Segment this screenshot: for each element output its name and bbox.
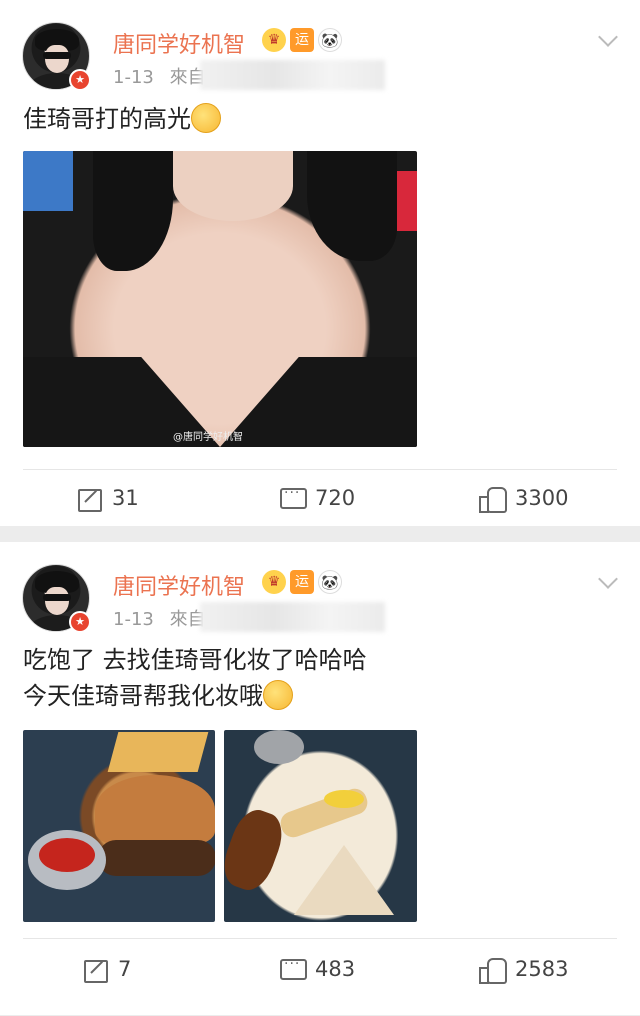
comment-icon [279, 956, 307, 982]
weibo-post: ★ 唐同学好机智 ♛ 运 🐼 1-13 來自 吃饱了 去找佳琦哥化妆了哈哈哈 今… [0, 542, 640, 1015]
post-image-burger[interactable] [23, 730, 215, 922]
like-button[interactable]: 3300 [479, 470, 568, 526]
post-text: 吃饱了 去找佳琦哥化妆了哈哈哈 今天佳琦哥帮我化妆哦 [0, 642, 640, 714]
post-text-line-2: 今天佳琦哥帮我化妆哦 [23, 682, 263, 710]
share-icon [76, 485, 102, 512]
comment-count: 483 [315, 957, 356, 981]
share-button[interactable]: 7 [82, 941, 131, 997]
post-header: ★ 唐同学好机智 ♛ 运 🐼 1-13 來自 [0, 542, 640, 642]
luck-badge-icon[interactable]: 运 [290, 570, 314, 594]
blurred-source [200, 602, 385, 632]
action-bar: 31 720 3300 [0, 470, 640, 526]
chevron-down-icon[interactable] [598, 572, 618, 592]
username[interactable]: 唐同学好机智 [113, 27, 245, 59]
share-icon [82, 956, 108, 983]
shy-face-emoji-icon [191, 103, 221, 133]
comment-icon [279, 485, 307, 511]
crown-badge-icon[interactable]: ♛ [262, 28, 286, 52]
verified-badge-icon: ★ [69, 69, 91, 91]
panda-badge-icon[interactable]: 🐼 [318, 28, 342, 52]
username[interactable]: 唐同学好机智 [113, 569, 245, 601]
image-watermark: @唐同学好机智 [173, 432, 243, 443]
comment-count: 720 [315, 486, 356, 510]
share-count: 7 [118, 957, 132, 981]
share-button[interactable]: 31 [76, 470, 139, 526]
like-button[interactable]: 2583 [479, 941, 568, 997]
like-count: 3300 [515, 486, 569, 510]
blurred-source [200, 60, 385, 90]
comment-button[interactable]: 720 [279, 470, 355, 526]
post-text-line-1: 吃饱了 去找佳琦哥化妆了哈哈哈 [23, 646, 367, 674]
post-text-content: 佳琦哥打的高光 [23, 105, 191, 133]
post-image[interactable]: @唐同学好机智 [23, 151, 417, 447]
post-date: 1-13 [113, 609, 154, 630]
crown-badge-icon[interactable]: ♛ [262, 570, 286, 594]
action-bar: 7 483 2583 [0, 941, 640, 997]
luck-badge-icon[interactable]: 运 [290, 28, 314, 52]
verified-badge-icon: ★ [69, 611, 91, 633]
user-badges: ♛ 运 🐼 [262, 570, 342, 594]
weibo-post: ★ 唐同学好机智 ♛ 运 🐼 1-13 來自 佳琦哥打的高光 @唐同学好机智 3… [0, 0, 640, 526]
like-count: 2583 [515, 957, 569, 981]
like-icon [479, 956, 507, 984]
post-image-platter[interactable] [224, 730, 417, 922]
panda-badge-icon[interactable]: 🐼 [318, 570, 342, 594]
post-date: 1-13 [113, 67, 154, 88]
divider [23, 938, 617, 939]
comment-button[interactable]: 483 [279, 941, 355, 997]
user-badges: ♛ 运 🐼 [262, 28, 342, 52]
share-count: 31 [112, 486, 139, 510]
post-header: ★ 唐同学好机智 ♛ 运 🐼 1-13 來自 [0, 0, 640, 100]
kiss-face-emoji-icon [263, 680, 293, 710]
post-text: 佳琦哥打的高光 [0, 100, 640, 138]
like-icon [479, 485, 507, 513]
post-text-line-2-wrap: 今天佳琦哥帮我化妆哦 [23, 678, 617, 714]
chevron-down-icon[interactable] [598, 30, 618, 50]
